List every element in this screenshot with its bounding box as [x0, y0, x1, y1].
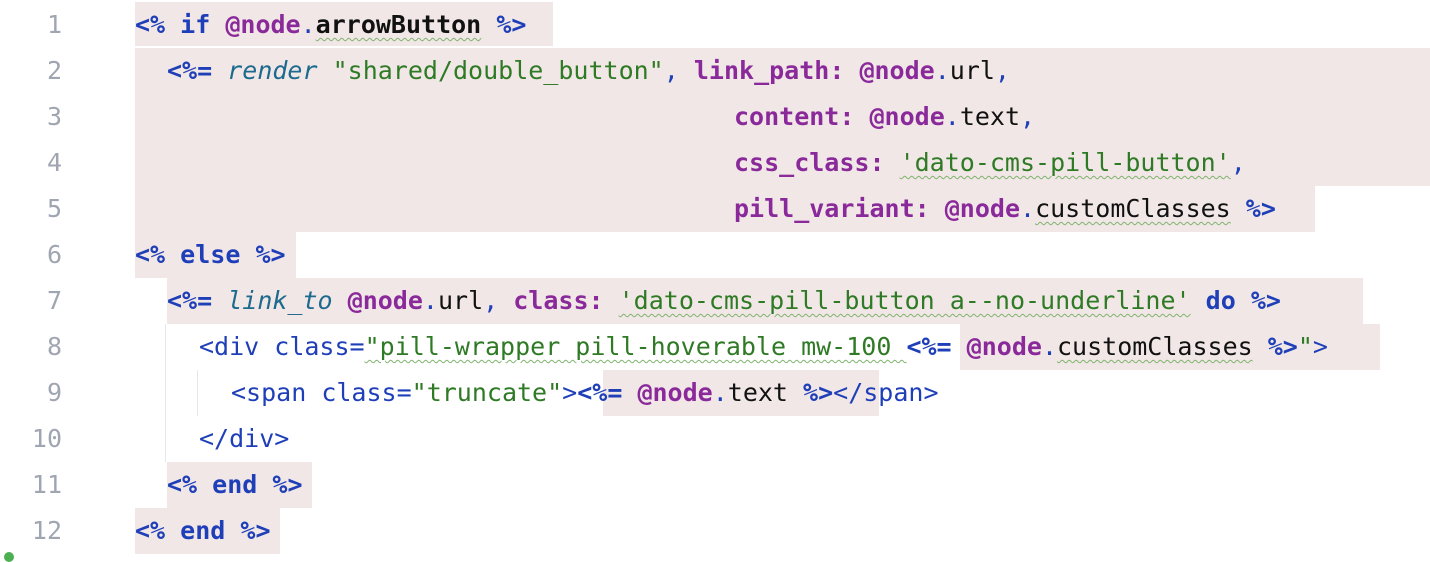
erb-close: %> — [1245, 194, 1276, 223]
method-name: arrowButton — [315, 10, 482, 39]
keyword-else: else — [180, 240, 241, 269]
line-number: 3 — [46, 102, 62, 131]
keyword-end: end — [180, 516, 226, 545]
line-number: 11 — [31, 470, 62, 499]
dot: . — [944, 102, 960, 131]
dot: . — [422, 286, 438, 315]
comma: , — [994, 56, 1010, 85]
erb-close: %> — [240, 516, 271, 545]
code-line-12[interactable]: <% end %> — [135, 508, 271, 554]
erb-close: %> — [272, 470, 303, 499]
code-line-5[interactable]: pill_variant: @node.customClasses %> — [734, 186, 1276, 232]
method-name: customClasses — [1057, 332, 1253, 361]
comma: , — [1230, 148, 1246, 177]
method-name: url — [437, 286, 484, 315]
code-line-10[interactable]: </div> — [199, 416, 289, 462]
status-dot-icon — [4, 552, 14, 562]
method-name: url — [949, 56, 995, 85]
erb-close: %> — [1250, 286, 1281, 315]
method-name: text — [959, 102, 1021, 131]
code-line-2[interactable]: <%= render "shared/double_button", link_… — [167, 48, 1010, 94]
string-literal: "shared/double_button" — [332, 56, 664, 85]
line-number: 5 — [46, 194, 62, 223]
html-tag-end: > — [562, 378, 578, 407]
html-tag-close: </div> — [199, 424, 290, 453]
line-number: 8 — [46, 332, 62, 361]
code-line-3[interactable]: content: @node.text, — [734, 94, 1035, 140]
comma: , — [483, 286, 499, 315]
html-attr-value: "truncate" — [411, 378, 563, 407]
hash-key: class: — [513, 286, 604, 315]
erb-open: <% — [135, 516, 166, 545]
html-tag-open: <span — [231, 378, 307, 407]
keyword-if: if — [180, 10, 211, 39]
erb-open: <% — [167, 470, 198, 499]
erb-close: %> — [803, 378, 834, 407]
line-number: 1 — [46, 10, 62, 39]
instance-var: @node — [966, 332, 1042, 361]
keyword-end: end — [212, 470, 258, 499]
indent-guide — [197, 370, 198, 416]
html-tag-open: <div — [199, 332, 260, 361]
line-number: 9 — [46, 378, 62, 407]
erb-output-open: <%= — [577, 378, 623, 407]
comma: , — [663, 56, 679, 85]
code-line-4[interactable]: css_class: 'dato-cms-pill-button', — [734, 140, 1246, 186]
keyword-do: do — [1205, 286, 1236, 315]
instance-var: @node — [347, 286, 423, 315]
hash-key: content: — [734, 102, 855, 131]
line-number: 7 — [46, 286, 62, 315]
html-tag-end: > — [1312, 332, 1328, 361]
html-attr-quote: " — [1297, 332, 1313, 361]
dot: . — [934, 56, 950, 85]
instance-var: @node — [859, 56, 935, 85]
string-literal: 'dato-cms-pill-button' — [899, 148, 1231, 177]
dot: . — [300, 10, 316, 39]
erb-close: %> — [496, 10, 527, 39]
method-name: text — [727, 378, 788, 407]
erb-output-open: <%= — [167, 56, 213, 85]
line-number: 6 — [46, 240, 62, 269]
line-number: 10 — [31, 424, 62, 453]
erb-open: <% — [135, 10, 166, 39]
html-attr: class= — [321, 378, 412, 407]
method-call: render — [227, 56, 318, 85]
indent-guide — [165, 324, 166, 462]
erb-close: %> — [255, 240, 286, 269]
method-name: customClasses — [1035, 194, 1231, 223]
line-number: 4 — [46, 148, 62, 177]
code-editor[interactable]: 1 2 3 4 5 6 7 8 9 10 11 12 <% if @node.a… — [0, 0, 1430, 562]
erb-output-open: <%= — [906, 332, 952, 361]
instance-var: @node — [944, 194, 1020, 223]
html-tag-close: </span> — [833, 378, 939, 407]
hash-key: pill_variant: — [734, 194, 930, 223]
erb-open: <% — [135, 240, 166, 269]
method-call: link_to — [227, 286, 333, 315]
code-line-11[interactable]: <% end %> — [167, 462, 303, 508]
dot: . — [1041, 332, 1057, 361]
erb-output-open: <%= — [167, 286, 213, 315]
code-line-6[interactable]: <% else %> — [135, 232, 286, 278]
instance-var: @node — [225, 10, 301, 39]
instance-var: @node — [869, 102, 945, 131]
line-number: 2 — [46, 56, 62, 85]
html-attr-value: "pill-wrapper pill-hoverable mw-100 — [364, 332, 907, 361]
dot: . — [1020, 194, 1036, 223]
code-line-1[interactable]: <% if @node.arrowButton %> — [135, 2, 526, 48]
line-number-gutter: 1 2 3 4 5 6 7 8 9 10 11 12 — [0, 0, 128, 562]
code-line-9[interactable]: <span class="truncate"><%= @node.text %>… — [231, 370, 939, 416]
string-literal: 'dato-cms-pill-button a--no-underline' — [618, 286, 1191, 315]
instance-var: @node — [637, 378, 713, 407]
code-line-8[interactable]: <div class="pill-wrapper pill-hoverable … — [199, 324, 1328, 370]
comma: , — [1020, 102, 1036, 131]
dot: . — [712, 378, 728, 407]
hash-key: link_path: — [693, 56, 845, 85]
html-attr: class= — [274, 332, 365, 361]
hash-key: css_class: — [734, 148, 885, 177]
line-number: 12 — [31, 516, 62, 545]
erb-close: %> — [1267, 332, 1298, 361]
code-line-7[interactable]: <%= link_to @node.url, class: 'dato-cms-… — [167, 278, 1281, 324]
